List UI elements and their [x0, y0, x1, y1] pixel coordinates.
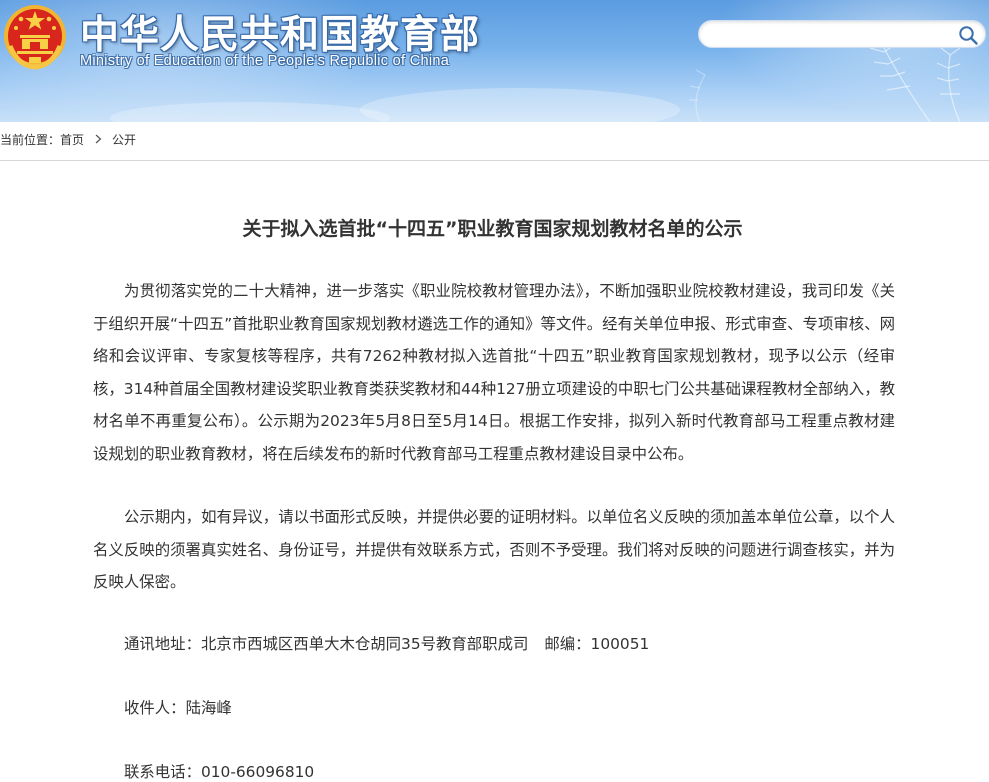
article-paragraph-1: 为贯彻落实党的二十大精神，进一步落实《职业院校教材管理办法》，不断加强职业院校教… — [93, 282, 895, 463]
national-emblem-icon — [4, 5, 66, 70]
chevron-right-icon — [95, 133, 102, 147]
contact-recipient: 收件人：陆海峰 — [124, 699, 232, 717]
site-title: 中华人民共和国教育部 — [80, 12, 481, 58]
breadcrumb-label: 当前位置： — [0, 133, 61, 147]
site-subtitle: Ministry of Education of the People's Re… — [80, 53, 450, 69]
contact-phone: 联系电话：010-66096810 — [124, 763, 315, 781]
article-title: 关于拟入选首批“十四五”职业教育国家规划教材名单的公示 — [242, 218, 743, 240]
breadcrumb-home-link[interactable]: 首页 — [60, 131, 84, 148]
article-paragraph-2: 公示期内，如有异议，请以书面形式反映，并提供必要的证明材料。以单位名义反映的须加… — [93, 508, 895, 592]
search-input[interactable] — [711, 24, 955, 46]
search-box — [698, 20, 986, 48]
breadcrumb-divider — [0, 160, 989, 161]
contact-address: 通讯地址：北京市西城区西单大木仓胡同35号教育部职成司 — [124, 635, 529, 653]
breadcrumb-current-link[interactable]: 公开 — [112, 131, 136, 148]
contact-address-line: 通讯地址：北京市西城区西单大木仓胡同35号教育部职成司 邮编：100051 — [124, 632, 649, 654]
breadcrumb: 当前位置：首页 公开 — [0, 131, 136, 149]
search-icon[interactable] — [957, 24, 979, 46]
site-header: 中华人民共和国教育部 Ministry of Education of the … — [0, 0, 989, 122]
contact-postcode: 邮编：100051 — [544, 635, 650, 653]
